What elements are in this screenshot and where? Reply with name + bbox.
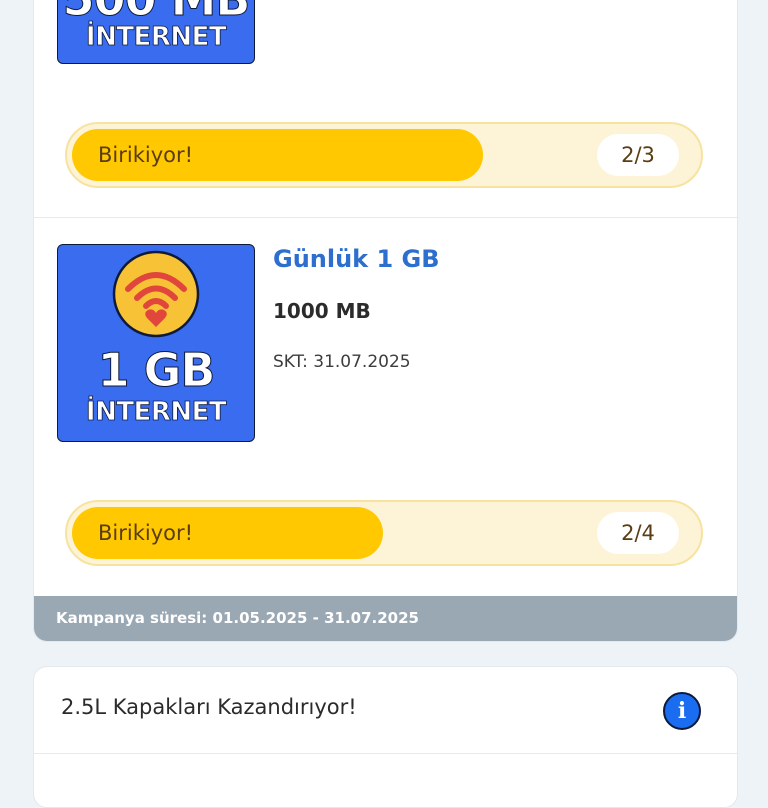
info-icon[interactable]: i bbox=[663, 692, 701, 730]
campaign-period: Kampanya süresi: 01.05.2025 - 31.07.2025 bbox=[34, 596, 737, 641]
tile-amount: 1 GB bbox=[97, 343, 216, 398]
tile-type: İNTERNET bbox=[85, 22, 227, 53]
reward-title[interactable]: Günlük 1 GB bbox=[273, 245, 440, 273]
reward-size: 1000 MB bbox=[273, 299, 371, 323]
campaign-title: 2.5L Kapakları Kazandırıyor! bbox=[61, 695, 357, 719]
item-divider bbox=[34, 217, 737, 218]
reward-tile-1gb[interactable]: 1 GB İNTERNET bbox=[57, 244, 255, 442]
card-divider bbox=[34, 753, 737, 754]
progress-label: Birikiyor! bbox=[98, 521, 194, 545]
wifi-heart-icon bbox=[112, 250, 200, 338]
reward-tile-500mb[interactable]: 500 MB İNTERNET bbox=[57, 0, 255, 64]
progress-count: 2/3 bbox=[597, 134, 679, 176]
reward-expiry: SKT: 31.07.2025 bbox=[273, 352, 411, 372]
campaign-card-2[interactable]: 2.5L Kapakları Kazandırıyor! i bbox=[33, 666, 738, 808]
tile-type: İNTERNET bbox=[85, 397, 227, 428]
progress-label: Birikiyor! bbox=[98, 143, 194, 167]
progress-bar: Birikiyor! 2/4 bbox=[65, 500, 703, 566]
progress-bar: Birikiyor! 2/3 bbox=[65, 122, 703, 188]
campaign-card: 500 MB İNTERNET Birikiyor! 2/3 1 GB İNTE… bbox=[33, 0, 738, 642]
progress-count: 2/4 bbox=[597, 512, 679, 554]
